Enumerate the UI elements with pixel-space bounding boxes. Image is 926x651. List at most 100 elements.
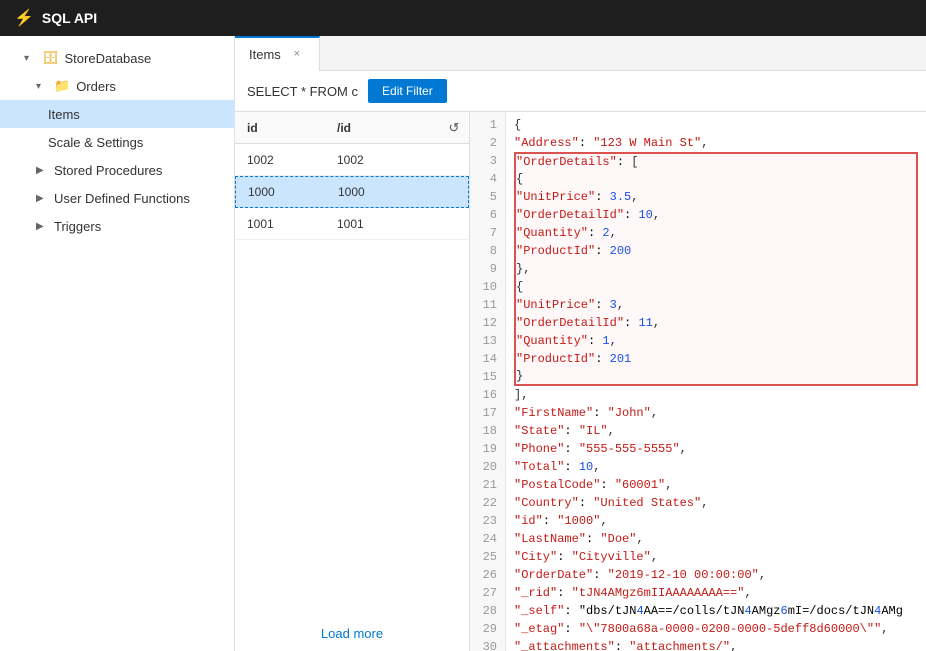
app-title: SQL API [42, 10, 97, 26]
line-number: 25 [470, 548, 505, 566]
line-number: 21 [470, 476, 505, 494]
table-row[interactable]: 1001 1001 [235, 208, 469, 240]
sidebar-item-triggers[interactable]: ▶ Triggers [0, 212, 234, 240]
json-panel[interactable]: 1234567891011121314151617181920212223242… [470, 112, 926, 651]
sidebar-item-stored-procedures[interactable]: ▶ Stored Procedures [0, 156, 234, 184]
code-line: "_attachments": "attachments/", [514, 638, 918, 651]
code-line: "Country": "United States", [514, 494, 918, 512]
load-more-section: Load more [235, 616, 469, 651]
tab-bar: Items × [235, 36, 926, 71]
code-line: "City": "Cityville", [514, 548, 918, 566]
json-content: 1234567891011121314151617181920212223242… [470, 112, 926, 651]
code-line: "Total": 10, [514, 458, 918, 476]
line-number: 30 [470, 638, 505, 651]
code-line: "id": "1000", [514, 512, 918, 530]
tab-close-button[interactable]: × [289, 46, 305, 62]
line-number: 19 [470, 440, 505, 458]
orders-label: Orders [76, 79, 116, 94]
refresh-button[interactable]: ↺ [439, 120, 469, 136]
line-number: 26 [470, 566, 505, 584]
table-cell-id: 1002 [235, 153, 325, 167]
line-number: 15 [470, 368, 505, 386]
table-panel: id /id ↺ 1002 1002 1000 1000 [235, 112, 470, 651]
table-cell-slash-id: 1001 [325, 217, 469, 231]
line-number: 12 [470, 314, 505, 332]
line-number: 16 [470, 386, 505, 404]
line-number: 3 [470, 152, 505, 170]
line-number: 5 [470, 188, 505, 206]
code-line: ], [514, 386, 918, 404]
table-cell-id: 1001 [235, 217, 325, 231]
scale-settings-label: Scale & Settings [48, 135, 143, 150]
code-line: "ProductId": 201 [514, 350, 918, 368]
code-line: "OrderDate": "2019-12-10 00:00:00", [514, 566, 918, 584]
query-text: SELECT * FROM c [247, 84, 358, 99]
table-header-id: id [235, 121, 325, 135]
content-area: Items × SELECT * FROM c Edit Filter id /… [235, 36, 926, 651]
code-line: "FirstName": "John", [514, 404, 918, 422]
code-line: "UnitPrice": 3.5, [514, 188, 918, 206]
user-defined-functions-label: User Defined Functions [54, 191, 190, 206]
code-line: "Quantity": 1, [514, 332, 918, 350]
tab-label: Items [249, 47, 281, 62]
line-number: 29 [470, 620, 505, 638]
query-bar: SELECT * FROM c Edit Filter [235, 71, 926, 112]
code-line: "Quantity": 2, [514, 224, 918, 242]
table-row[interactable]: 1000 1000 [235, 176, 469, 208]
line-number: 2 [470, 134, 505, 152]
line-number: 6 [470, 206, 505, 224]
table-body: 1002 1002 1000 1000 1001 1001 [235, 144, 469, 616]
line-number: 28 [470, 602, 505, 620]
code-line: "OrderDetailId": 11, [514, 314, 918, 332]
sidebar-item-scale-settings[interactable]: Scale & Settings [0, 128, 234, 156]
chevron-down-icon-orders: ▾ [36, 81, 48, 92]
line-numbers: 1234567891011121314151617181920212223242… [470, 112, 506, 651]
line-number: 17 [470, 404, 505, 422]
sidebar: ▾ 🗄 StoreDatabase ▾ 📁 Orders Items Scale… [0, 36, 235, 651]
line-number: 22 [470, 494, 505, 512]
code-line: "OrderDetails": [ [514, 152, 918, 170]
line-number: 8 [470, 242, 505, 260]
edit-filter-button[interactable]: Edit Filter [368, 79, 447, 103]
database-label: StoreDatabase [65, 51, 152, 66]
table-header-slash-id: /id [325, 121, 439, 135]
app-header-icon: ⚡ [14, 8, 34, 28]
table-row[interactable]: 1002 1002 [235, 144, 469, 176]
line-number: 11 [470, 296, 505, 314]
line-number: 18 [470, 422, 505, 440]
line-number: 4 [470, 170, 505, 188]
code-line: "PostalCode": "60001", [514, 476, 918, 494]
folder-icon-orders: 📁 [54, 78, 70, 94]
line-number: 23 [470, 512, 505, 530]
sidebar-item-store-database[interactable]: ▾ 🗄 StoreDatabase [0, 44, 234, 72]
line-number: 24 [470, 530, 505, 548]
triggers-label: Triggers [54, 219, 101, 234]
line-number: 13 [470, 332, 505, 350]
code-line: } [514, 368, 918, 386]
code-line: { [514, 278, 918, 296]
load-more-button[interactable]: Load more [321, 626, 383, 641]
code-line: "_self": "dbs/tJN4AA==/colls/tJN4AMgz6mI… [514, 602, 918, 620]
chevron-right-icon-sp: ▶ [36, 165, 48, 176]
code-line: "State": "IL", [514, 422, 918, 440]
code-line: "Address": "123 W Main St", [514, 134, 918, 152]
code-line: "OrderDetailId": 10, [514, 206, 918, 224]
chevron-down-icon: ▾ [24, 53, 36, 64]
line-number: 10 [470, 278, 505, 296]
tab-items[interactable]: Items × [235, 36, 320, 71]
sidebar-item-items[interactable]: Items [0, 100, 234, 128]
line-number: 27 [470, 584, 505, 602]
sidebar-item-user-defined-functions[interactable]: ▶ User Defined Functions [0, 184, 234, 212]
sidebar-item-orders[interactable]: ▾ 📁 Orders [0, 72, 234, 100]
table-cell-slash-id: 1000 [326, 185, 468, 199]
split-panel: id /id ↺ 1002 1002 1000 1000 [235, 112, 926, 651]
stored-procedures-label: Stored Procedures [54, 163, 162, 178]
code-line: { [514, 116, 918, 134]
code-line: "_rid": "tJN4AMgz6mIIAAAAAAAA==", [514, 584, 918, 602]
table-cell-slash-id: 1002 [325, 153, 469, 167]
line-number: 14 [470, 350, 505, 368]
code-line: "UnitPrice": 3, [514, 296, 918, 314]
code-line: "LastName": "Doe", [514, 530, 918, 548]
chevron-right-icon-udf: ▶ [36, 193, 48, 204]
line-number: 1 [470, 116, 505, 134]
